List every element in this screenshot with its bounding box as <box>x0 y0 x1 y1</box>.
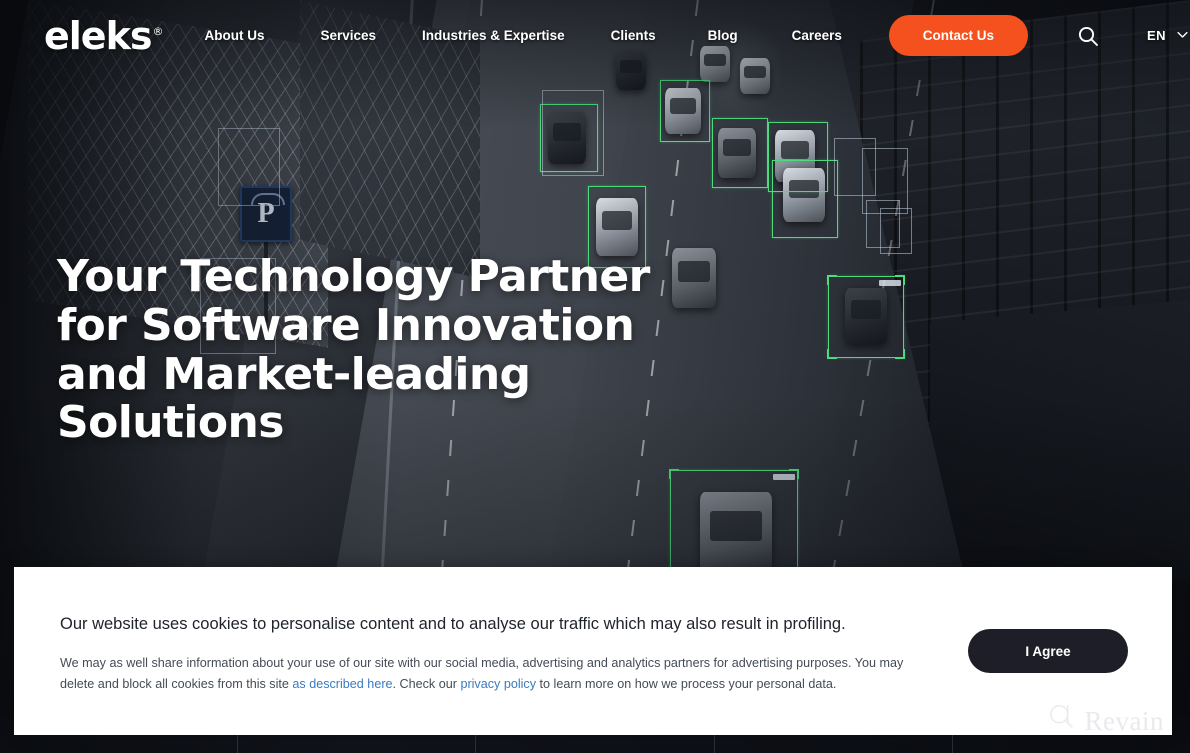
cookie-text-part-3: to learn more on how we process your per… <box>536 676 837 691</box>
search-icon[interactable] <box>1076 24 1100 48</box>
nav-item-careers[interactable]: Careers <box>792 28 842 43</box>
privacy-policy-link[interactable]: privacy policy <box>460 677 536 691</box>
language-selector[interactable]: EN <box>1147 27 1190 45</box>
nav-item-clients[interactable]: Clients <box>611 28 656 43</box>
revain-logo-icon <box>1047 702 1079 735</box>
trademark-symbol: ® <box>152 24 163 38</box>
i-agree-button[interactable]: I Agree <box>968 629 1128 673</box>
nav-item-services[interactable]: Services <box>320 28 376 43</box>
main-navigation: About Us Services Industries & Expertise… <box>204 28 841 43</box>
nav-item-industries-expertise[interactable]: Industries & Expertise <box>422 28 565 43</box>
contact-us-button[interactable]: Contact Us <box>888 15 1028 56</box>
cookie-text-part-2: . Check our <box>392 676 461 691</box>
cookie-consent-banner: Our website uses cookies to personalise … <box>14 567 1172 735</box>
cookie-banner-title: Our website uses cookies to personalise … <box>60 615 846 633</box>
revain-watermark-text: Revain <box>1084 706 1164 735</box>
logo[interactable]: eleks® <box>44 13 163 58</box>
logo-text: eleks <box>44 13 152 58</box>
revain-watermark: Revain <box>1047 702 1164 735</box>
chevron-down-icon <box>1175 27 1190 45</box>
site-header: eleks® About Us Services Industries & Ex… <box>0 0 1190 71</box>
nav-item-blog[interactable]: Blog <box>708 28 738 43</box>
hero-headline: Your Technology Partner for Software Inn… <box>57 251 650 449</box>
language-code: EN <box>1146 28 1166 43</box>
cookie-banner-body: We may as well share information about y… <box>60 653 920 695</box>
as-described-here-link[interactable]: as described here <box>292 677 392 691</box>
nav-item-about-us[interactable]: About Us <box>204 28 264 43</box>
